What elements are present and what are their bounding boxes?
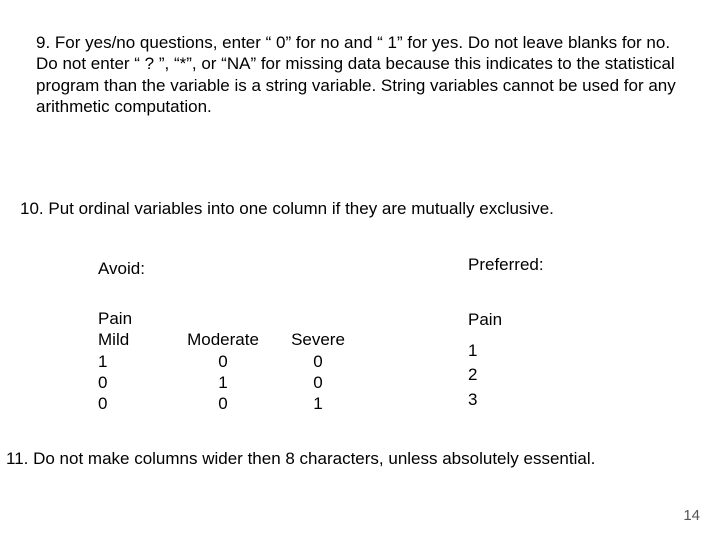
- preferred-value: 1: [468, 339, 502, 364]
- avoid-col-severe: Severe: [278, 329, 358, 350]
- list-item-10: 10. Put ordinal variables into one colum…: [20, 198, 700, 219]
- table-row: 1 0 0: [98, 351, 358, 372]
- avoid-table: Pain Mild Moderate Severe 1 0 0 0 1 0 0: [98, 308, 358, 414]
- slide: 9. For yes/no questions, enter “ 0” for …: [0, 0, 720, 540]
- avoid-pain-header: Pain: [98, 308, 168, 329]
- list-item-9: 9. For yes/no questions, enter “ 0” for …: [36, 32, 680, 117]
- cell: 0: [168, 351, 278, 372]
- cell: 0: [278, 351, 358, 372]
- avoid-col-moderate: Moderate: [168, 329, 278, 350]
- cell: 1: [168, 372, 278, 393]
- avoid-col-mild: Mild: [98, 329, 168, 350]
- cell: 1: [278, 393, 358, 414]
- preferred-label: Preferred:: [468, 254, 544, 275]
- preferred-block: Pain 1 2 3: [468, 308, 502, 413]
- table-row: 0 0 1: [98, 393, 358, 414]
- page-number: 14: [683, 507, 700, 526]
- cell: 0: [168, 393, 278, 414]
- cell: 1: [98, 351, 168, 372]
- cell: 0: [98, 372, 168, 393]
- list-item-11: 11. Do not make columns wider then 8 cha…: [6, 448, 714, 469]
- preferred-pain-header: Pain: [468, 308, 502, 333]
- preferred-value: 3: [468, 388, 502, 413]
- preferred-value: 2: [468, 363, 502, 388]
- table-row: 0 1 0: [98, 372, 358, 393]
- cell: 0: [98, 393, 168, 414]
- cell: 0: [278, 372, 358, 393]
- avoid-label: Avoid:: [98, 258, 145, 279]
